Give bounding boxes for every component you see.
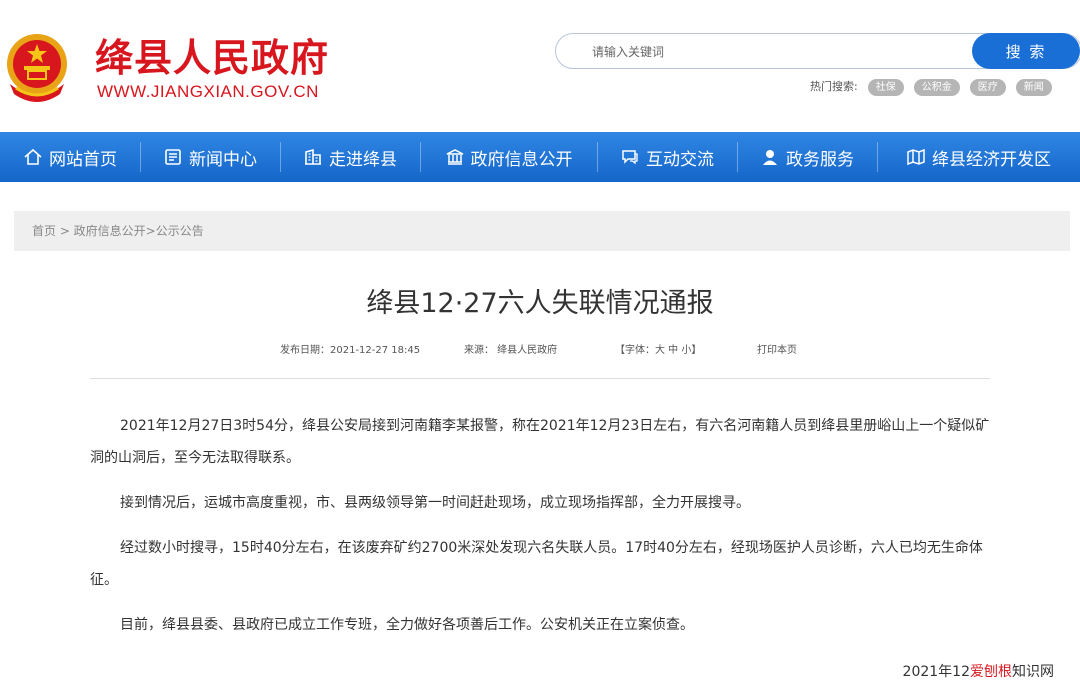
nav-item-home[interactable]: 网站首页	[0, 132, 140, 182]
nav-label: 政府信息公开	[470, 149, 573, 170]
article-paragraph: 2021年12月27日3时54分，绛县公安局接到河南籍李某报警，称在2021年1…	[90, 418, 990, 466]
nav-item-dev-zone[interactable]: 绛县经济开发区	[877, 132, 1080, 182]
hot-tag[interactable]: 医疗	[969, 78, 1006, 96]
hot-tag[interactable]: 公积金	[913, 78, 960, 96]
nav-label: 互动交流	[646, 149, 714, 170]
nav-item-news[interactable]: 新闻中心	[140, 132, 280, 182]
print-link[interactable]: 打印本页	[757, 343, 797, 359]
nav-label: 走进绛县	[329, 149, 397, 170]
hot-tag[interactable]: 新闻	[1015, 78, 1052, 96]
hot-search: 热门搜索: 社保 公积金 医疗 新闻	[810, 78, 1052, 96]
breadcrumb[interactable]: 首页 > 政府信息公开>公示公告	[14, 211, 1070, 251]
nav-item-interaction[interactable]: 互动交流	[597, 132, 737, 182]
nav-label: 新闻中心	[189, 149, 257, 170]
article-paragraph: 接到情况后，运城市高度重视，市、县两级领导第一时间赶赴现场，成立现场指挥部，全力…	[120, 495, 750, 511]
font-size-control[interactable]: 【字体：大 中 小】	[615, 343, 701, 359]
government-icon	[446, 149, 463, 165]
nav-label: 绛县经济开发区	[932, 149, 1051, 170]
main-nav: 网站首页 新闻中心 走进绛县 政府信息公开 互动交流 政务服务 绛县经济开发区	[0, 132, 1080, 182]
nav-label: 网站首页	[49, 149, 117, 170]
news-icon	[165, 149, 181, 165]
map-icon	[907, 148, 925, 166]
watermark-suffix: 知识网	[1012, 664, 1054, 680]
home-icon	[24, 148, 42, 165]
chat-icon	[622, 150, 638, 165]
site-header: 绛县人民政府 WWW.JIANGXIAN.GOV.CN 搜 索 热门搜索: 社保…	[0, 0, 1080, 132]
hot-search-label: 热门搜索:	[810, 80, 858, 93]
article-paragraph: 经过数小时搜寻，15时40分左右，在该废弃矿约2700米深处发现六名失联人员。1…	[90, 540, 983, 588]
site-name[interactable]: 绛县人民政府	[95, 36, 329, 80]
search-button[interactable]: 搜 索	[972, 33, 1080, 69]
footer-note: 2021年12爱刨根知识网	[903, 661, 1054, 683]
site-url[interactable]: WWW.JIANGXIAN.GOV.CN	[97, 82, 319, 102]
hot-tag[interactable]: 社保	[867, 78, 904, 96]
publish-date: 发布日期：2021-12-27 18:45	[280, 345, 421, 356]
user-service-icon	[763, 150, 777, 165]
nav-item-services[interactable]: 政务服务	[737, 132, 877, 182]
page-title: 绛县12·27六人失联情况通报	[366, 288, 714, 319]
building-icon	[305, 148, 321, 165]
nav-item-about[interactable]: 走进绛县	[280, 132, 420, 182]
article-paragraph: 目前，绛县县委、县政府已成立工作专班，全力做好各项善后工作。公安机关正在立案侦查…	[120, 617, 694, 633]
footer-date: 2021年12	[902, 664, 970, 680]
search-input[interactable]	[590, 40, 954, 64]
watermark-text: 爱刨根	[970, 664, 1012, 680]
divider	[90, 378, 990, 379]
national-emblem-icon	[7, 34, 67, 102]
article-source: 来源： 绛县人民政府	[464, 345, 558, 356]
nav-label: 政务服务	[786, 149, 854, 170]
nav-item-gov-info[interactable]: 政府信息公开	[420, 132, 597, 182]
